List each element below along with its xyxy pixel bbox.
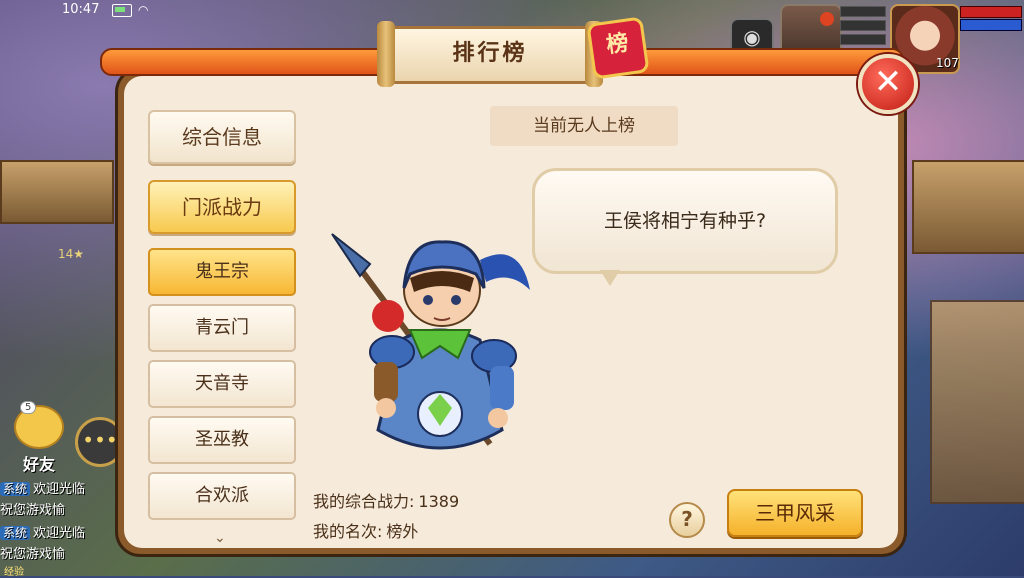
faction-item-qingyunmen[interactable]: 青云门 [148,304,296,352]
my-power-value: 1389 [418,492,460,511]
pavilion-roof-right [912,160,1024,254]
notification-dot [820,12,834,26]
my-rank-label: 我的名次: [313,522,383,541]
friend-button[interactable]: 5 好友 [4,401,74,475]
friend-label: 好友 [22,455,55,474]
ranking-seal-icon: 榜 [586,16,650,80]
pavilion-roof-left [0,160,114,224]
chat-text: 祝您游戏愉 [0,547,66,562]
chat-log[interactable]: 系统 欢迎光临 祝您游戏愉 系统 欢迎光临 祝您游戏愉 [0,478,120,566]
ranking-status: 当前无人上榜 [490,106,678,146]
wifi-icon: ◠ [138,3,149,17]
clock: 10:47 [62,2,100,17]
chat-line: 系统 欢迎光临 [0,478,120,500]
tab-overview[interactable]: 综合信息 [148,110,296,164]
chat-line: 系统 欢迎光临 [0,522,120,544]
my-power-label: 我的综合战力: [313,492,415,511]
mp-bar [960,19,1022,31]
chat-text: 欢迎光临 [33,526,86,541]
faction-item-guiwangzong[interactable]: 鬼王宗 [148,248,296,296]
my-rank-value: 榜外 [386,522,419,541]
level-indicator: 14★ [58,247,85,261]
faction-item-shengwujiao[interactable]: 圣巫教 [148,416,296,464]
player-level: 107 [936,56,959,70]
soldier-character-image [331,233,530,450]
chevron-down-icon[interactable]: ⌄ [214,530,226,546]
friend-count-badge: 5 [20,401,37,414]
pet-status-bars [840,6,886,48]
my-power: 我的综合战力: 1389 [313,488,459,512]
chat-line: 祝您游戏愉 [0,500,120,522]
chat-text: 欢迎光临 [33,482,86,497]
close-icon[interactable]: ✕ [858,54,918,114]
friend-face-icon: 5 [14,401,64,449]
top-three-showcase-button[interactable]: 三甲风采 [727,489,863,537]
my-rank: 我的名次: 榜外 [313,518,418,542]
system-tag: 系统 [0,526,31,540]
speech-bubble: 王侯将相宁有种乎? [532,168,838,274]
faction-item-tianyinsi[interactable]: 天音寺 [148,360,296,408]
panel-title: 排行榜 [452,41,528,66]
battery-icon [112,4,132,17]
ribbon-left [100,48,394,76]
palace-wall-right [930,300,1024,504]
hp-bar [960,6,1022,18]
speech-bubble-tail [600,270,620,286]
help-icon[interactable]: ? [669,502,705,538]
tab-faction-power[interactable]: 门派战力 [148,180,296,234]
chat-text: 祝您游戏愉 [0,503,66,518]
faction-item-hehuanpai[interactable]: 合欢派 [148,472,296,520]
system-tag: 系统 [0,482,31,496]
panel-title-scroll: 排行榜 [377,21,603,87]
